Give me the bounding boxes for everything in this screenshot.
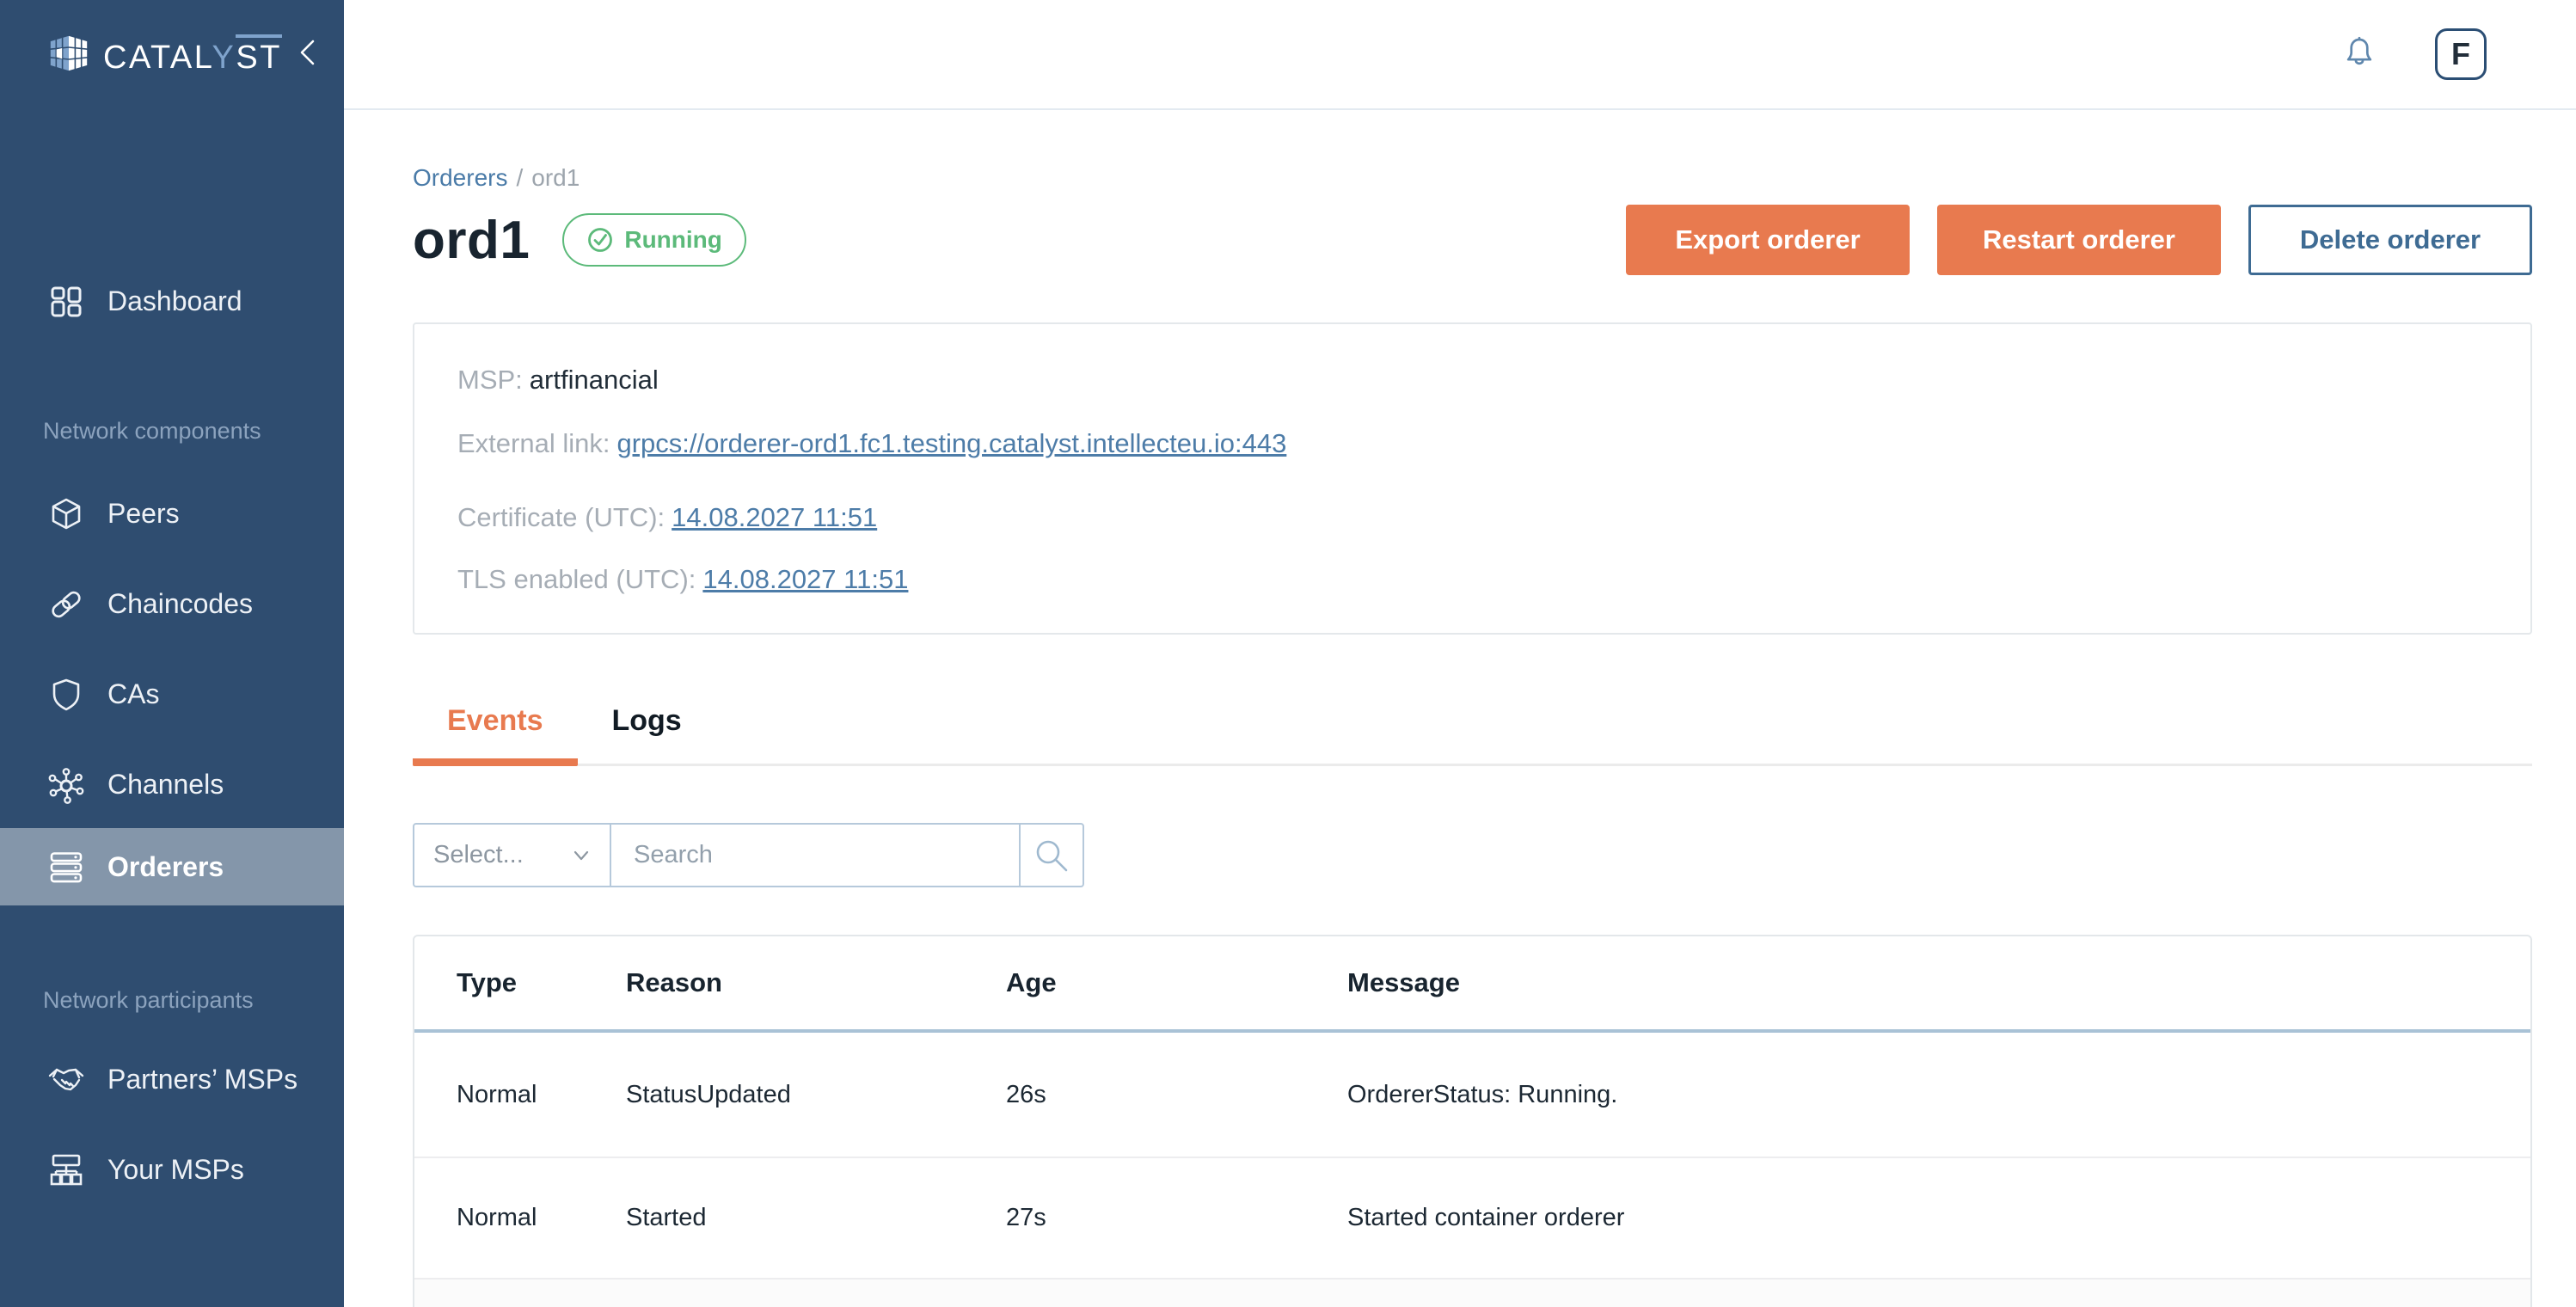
column-header-age: Age bbox=[1006, 967, 1057, 997]
chain-link-icon bbox=[47, 586, 85, 623]
sidebar-section-network-components: Network components bbox=[43, 418, 261, 444]
tabs: Events Logs bbox=[413, 703, 2532, 766]
cell-age: 27s bbox=[1006, 1204, 1046, 1231]
certificate-label: Certificate (UTC): bbox=[457, 502, 665, 532]
column-header-reason: Reason bbox=[626, 967, 722, 997]
sidebar-item-peers[interactable]: Peers bbox=[0, 469, 344, 559]
bell-icon[interactable] bbox=[2339, 34, 2380, 75]
sidebar-item-partners-msps[interactable]: Partners’ MSPs bbox=[0, 1034, 344, 1125]
title-row: ord1 Running Export orderer Restart orde… bbox=[413, 205, 2532, 275]
breadcrumb-current: ord1 bbox=[531, 164, 580, 191]
page-title: ord1 bbox=[413, 210, 531, 270]
chevron-down-icon bbox=[572, 849, 591, 862]
sidebar-item-label: Channels bbox=[107, 769, 224, 800]
restart-orderer-button[interactable]: Restart orderer bbox=[1937, 205, 2221, 275]
cell-type: Normal bbox=[457, 1204, 537, 1231]
sidebar: CATALYST Dashboard Network components Pe… bbox=[0, 0, 344, 1307]
msp-label: MSP: bbox=[457, 365, 523, 395]
tls-date-link[interactable]: 14.08.2027 11:51 bbox=[702, 564, 908, 594]
breadcrumb-separator: / bbox=[516, 164, 524, 191]
sidebar-item-label: Orderers bbox=[107, 850, 224, 882]
tab-events[interactable]: Events bbox=[413, 703, 578, 766]
cell-message: OrdererStatus: Running. bbox=[1347, 1080, 1618, 1108]
sidebar-item-chaincodes[interactable]: Chaincodes bbox=[0, 559, 344, 649]
sidebar-collapse-button[interactable] bbox=[297, 38, 318, 67]
shield-icon bbox=[47, 676, 85, 714]
breadcrumb-orderers-link[interactable]: Orderers bbox=[413, 164, 507, 191]
topbar: F bbox=[344, 0, 2576, 110]
hierarchy-icon bbox=[47, 1151, 85, 1189]
events-table: Type Reason Age Message Normal StatusUpd… bbox=[413, 935, 2532, 1307]
network-hub-icon bbox=[47, 766, 85, 804]
sidebar-item-your-msps[interactable]: Your MSPs bbox=[0, 1125, 344, 1215]
cell-message: Started container orderer bbox=[1347, 1204, 1625, 1231]
status-badge: Running bbox=[562, 213, 746, 267]
cell-age: 26s bbox=[1006, 1080, 1046, 1108]
logo-row: CATALYST bbox=[0, 0, 344, 110]
content: Orderers / ord1 ord1 Running Export ordere… bbox=[344, 163, 2576, 1307]
catalyst-cube-logo-icon bbox=[46, 33, 91, 77]
sidebar-item-dashboard[interactable]: Dashboard bbox=[0, 256, 344, 347]
breadcrumb: Orderers / ord1 bbox=[413, 163, 2532, 193]
cell-type: Normal bbox=[457, 1080, 537, 1108]
table-row[interactable]: Normal StatusUpdated 26s OrdererStatus: … bbox=[414, 1033, 2530, 1158]
delete-orderer-button[interactable]: Delete orderer bbox=[2248, 205, 2532, 275]
certificate-date-link[interactable]: 14.08.2027 11:51 bbox=[672, 502, 877, 532]
search-input[interactable] bbox=[611, 825, 1019, 886]
server-stack-icon bbox=[47, 848, 85, 886]
certificate-row: Certificate (UTC): 14.08.2027 11:51 bbox=[457, 501, 2487, 534]
table-header-row: Type Reason Age Message bbox=[414, 936, 2530, 1033]
sidebar-item-cas[interactable]: CAs bbox=[0, 649, 344, 739]
magnifier-icon bbox=[1031, 835, 1072, 876]
type-select[interactable]: Select... bbox=[414, 825, 611, 886]
msp-value: artfinancial bbox=[529, 365, 659, 395]
column-header-message: Message bbox=[1347, 967, 1460, 997]
sidebar-item-orderers[interactable]: Orderers bbox=[0, 828, 344, 905]
app-root: CATALYST Dashboard Network components Pe… bbox=[0, 0, 2576, 1307]
avatar-letter: F bbox=[2451, 36, 2470, 71]
sidebar-item-label: Peers bbox=[107, 498, 180, 529]
status-label: Running bbox=[624, 226, 722, 253]
dashboard-icon bbox=[47, 283, 85, 321]
action-buttons: Export orderer Restart orderer Delete or… bbox=[1626, 205, 2532, 275]
sidebar-item-channels[interactable]: Channels bbox=[0, 739, 344, 830]
select-placeholder: Select... bbox=[433, 841, 524, 868]
orderer-details-card: MSP: artfinancial External link: grpcs://o… bbox=[413, 322, 2532, 635]
sidebar-item-label: Dashboard bbox=[107, 285, 242, 316]
cell-reason: StatusUpdated bbox=[626, 1080, 791, 1108]
sidebar-item-label: Partners’ MSPs bbox=[107, 1064, 298, 1095]
check-circle-icon bbox=[586, 226, 614, 254]
column-header-type: Type bbox=[457, 967, 518, 997]
external-link-label: External link: bbox=[457, 428, 610, 458]
cell-reason: Started bbox=[626, 1204, 707, 1231]
tls-row: TLS enabled (UTC): 14.08.2027 11:51 bbox=[457, 563, 2487, 596]
avatar-button[interactable]: F bbox=[2435, 28, 2487, 80]
table-row-partial bbox=[414, 1279, 2530, 1307]
table-row[interactable]: Normal Started 27s Started container ord… bbox=[414, 1158, 2530, 1279]
filter-bar: Select... bbox=[413, 823, 1084, 887]
sidebar-item-label: Your MSPs bbox=[107, 1154, 244, 1185]
main-area: F Orderers / ord1 ord1 Running Export or… bbox=[344, 0, 2576, 1307]
sidebar-item-label: Chaincodes bbox=[107, 588, 253, 619]
tab-logs[interactable]: Logs bbox=[578, 703, 716, 764]
msp-row: MSP: artfinancial bbox=[457, 364, 2487, 396]
tls-label: TLS enabled (UTC): bbox=[457, 564, 696, 594]
handshake-icon bbox=[47, 1061, 85, 1099]
cube-icon bbox=[47, 495, 85, 533]
sidebar-section-network-participants: Network participants bbox=[43, 987, 254, 1013]
external-link-row: External link: grpcs://orderer-ord1.fc1.t… bbox=[457, 427, 2487, 460]
search-button[interactable] bbox=[1019, 825, 1083, 886]
external-link[interactable]: grpcs://orderer-ord1.fc1.testing.catalys… bbox=[616, 428, 1286, 458]
app-logo: CATALYST bbox=[103, 34, 282, 77]
export-orderer-button[interactable]: Export orderer bbox=[1626, 205, 1910, 275]
sidebar-item-label: CAs bbox=[107, 678, 160, 709]
